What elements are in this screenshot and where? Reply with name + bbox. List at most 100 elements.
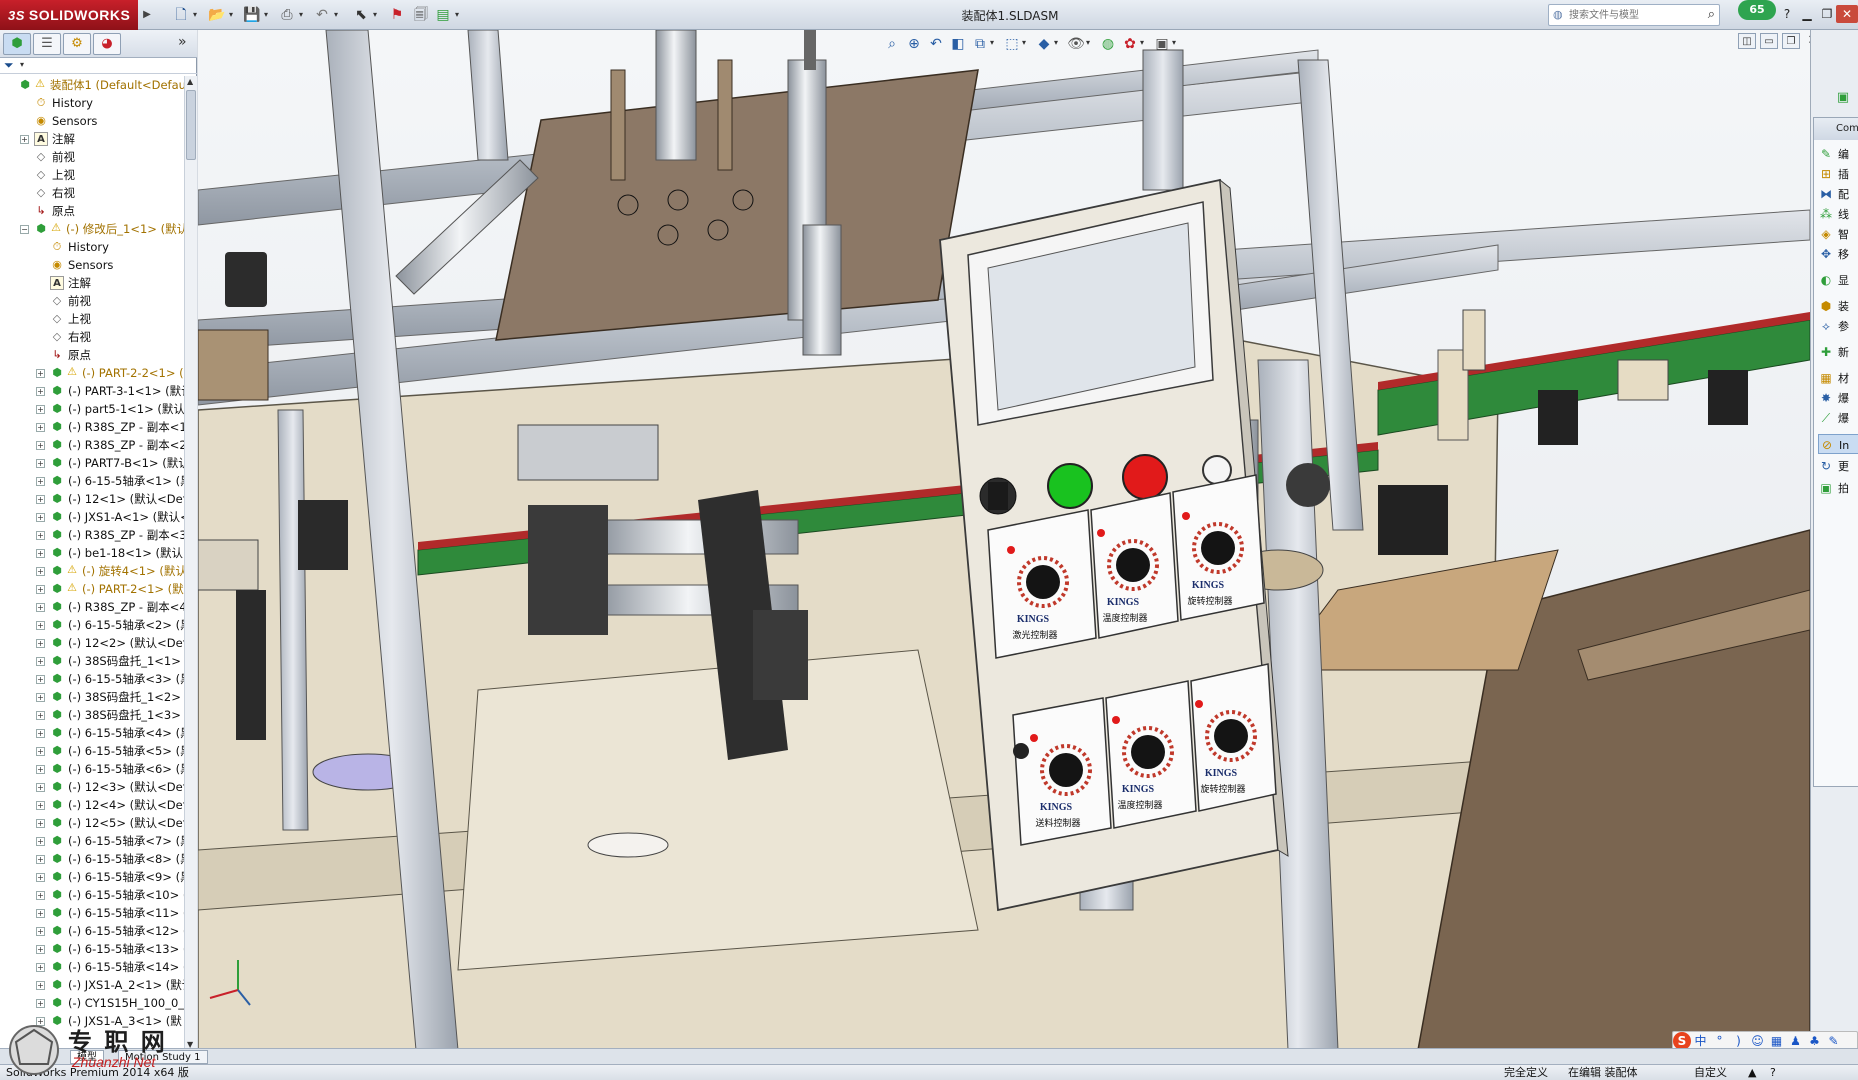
tree-item[interactable]: + ⬢ (-) 6-15-5轴承<6> (黑 — [0, 760, 184, 778]
command-item[interactable]: ⟡ 参 — [1818, 316, 1858, 336]
task-pane-home-icon[interactable]: ▣ — [1831, 88, 1855, 108]
tree-item[interactable]: ⬢ ⚠ 装配体1 (Default<Defaul — [0, 76, 184, 94]
zoom-area-icon[interactable]: ⊕ — [904, 34, 924, 54]
expand-icon[interactable]: + — [36, 459, 45, 468]
expand-icon[interactable]: + — [36, 369, 45, 378]
tree-item[interactable]: + ⬢ (-) PART-3-1<1> (默认 — [0, 382, 184, 400]
expand-icon[interactable]: + — [36, 387, 45, 396]
help-status-icon[interactable]: ? — [1770, 1065, 1776, 1080]
tree-item[interactable]: + ⬢ (-) CY1S15H_100_0_0 — [0, 994, 184, 1012]
expand-icon[interactable]: + — [36, 567, 45, 576]
scroll-up-icon[interactable]: ▲ — [187, 77, 193, 86]
search-input[interactable] — [1569, 7, 1699, 23]
notification-badge[interactable]: 65 — [1738, 0, 1776, 20]
expand-icon[interactable]: + — [36, 495, 45, 504]
expand-icon[interactable]: + — [36, 549, 45, 558]
command-item[interactable]: ✥ 移 — [1818, 244, 1858, 264]
controller-knob[interactable] — [1026, 565, 1060, 599]
rebuild-icon[interactable]: ⚑ — [386, 5, 408, 25]
tree-item[interactable]: + ⬢ (-) R38S_ZP - 副本<3 — [0, 526, 184, 544]
view-settings-icon[interactable]: ▣ — [1152, 34, 1172, 54]
expand-icon[interactable]: + — [36, 531, 45, 540]
expand-icon[interactable]: + — [36, 621, 45, 630]
expand-icon[interactable]: + — [36, 711, 45, 720]
command-item[interactable]: ⁂ 线 — [1818, 204, 1858, 224]
search-scope-icon[interactable]: ◍ — [1553, 8, 1563, 21]
display-style-dropdown-icon[interactable]: ▾ — [1054, 38, 1058, 47]
doc-restore-icon[interactable]: ❐ — [1782, 33, 1800, 49]
tree-item[interactable]: + ⬢ (-) R38S_ZP - 副本<1 — [0, 418, 184, 436]
expand-icon[interactable]: + — [36, 783, 45, 792]
close-icon[interactable]: ✕ — [1836, 5, 1858, 23]
expand-icon[interactable]: + — [36, 963, 45, 972]
expand-icon[interactable]: + — [36, 927, 45, 936]
tree-item[interactable]: + ⬢ (-) 6-15-5轴承<3> (黑 — [0, 670, 184, 688]
command-item[interactable]: ✚ 新 — [1818, 342, 1858, 362]
tree-item[interactable]: ◇ 上视 — [0, 166, 184, 184]
assembly-model[interactable]: KINGS 激光控制器 KINGS 温度控制器 KINGS 旋转控制器 KINGS 送料控制器… — [198, 30, 1810, 1050]
expand-icon[interactable]: + — [36, 603, 45, 612]
previous-view-icon[interactable]: ↶ — [926, 34, 946, 54]
expand-icon[interactable]: + — [36, 837, 45, 846]
select-cursor-icon[interactable]: ⬉ — [350, 5, 372, 25]
expand-icon[interactable]: + — [20, 135, 29, 144]
graphics-area[interactable]: KINGS 激光控制器 KINGS 温度控制器 KINGS 旋转控制器 KINGS 送料控制器… — [198, 30, 1810, 1050]
section-view-icon[interactable]: ◧ — [948, 34, 968, 54]
command-item[interactable]: ⊞ 插 — [1818, 164, 1858, 184]
tree-item[interactable]: ◇ 上视 — [0, 310, 184, 328]
tab-property-manager[interactable]: ☰ — [33, 33, 61, 55]
scroll-thumb[interactable] — [186, 90, 196, 160]
command-item[interactable]: ↻ 更 — [1818, 456, 1858, 476]
zoom-to-fit-icon[interactable]: ⌕ — [882, 34, 902, 54]
tree-item[interactable]: + ⬢ ⚠ (-) PART-2<1> (默 — [0, 580, 184, 598]
open-dropdown-icon[interactable]: ▾ — [229, 8, 237, 22]
tree-item[interactable]: + ⬢ (-) 6-15-5轴承<9> (黑 — [0, 868, 184, 886]
command-item[interactable]: ⬢ 装 — [1818, 296, 1858, 316]
tree-item[interactable]: ◇ 前视 — [0, 148, 184, 166]
tree-item[interactable]: − ⬢ ⚠ (-) 修改后_1<1> (默认 — [0, 220, 184, 238]
expand-icon[interactable]: + — [36, 945, 45, 954]
edit-appearance-icon[interactable]: ◍ — [1098, 34, 1118, 54]
restore-icon[interactable]: ❐ — [1816, 5, 1838, 23]
tree-item[interactable]: + ⬢ (-) 12<3> (默认<Defa — [0, 778, 184, 796]
hide-show-icon[interactable]: 👁 — [1066, 34, 1086, 54]
select-dropdown-icon[interactable]: ▾ — [373, 8, 381, 22]
tree-item[interactable]: + ⬢ (-) part5-1<1> (默认- — [0, 400, 184, 418]
expand-icon[interactable]: + — [36, 891, 45, 900]
tree-item[interactable]: + ⬢ (-) 6-15-5轴承<11> ( — [0, 904, 184, 922]
tree-item[interactable]: ↳ 原点 — [0, 202, 184, 220]
collapse-icon[interactable]: − — [20, 225, 29, 234]
command-item[interactable]: ▦ 材 — [1818, 368, 1858, 388]
expand-icon[interactable]: + — [36, 819, 45, 828]
expand-icon[interactable]: + — [36, 675, 45, 684]
controller-knob[interactable] — [1049, 753, 1083, 787]
search-box[interactable]: ◍ ⌕ — [1548, 4, 1720, 26]
expand-icon[interactable]: + — [36, 693, 45, 702]
command-item[interactable]: ✸ 爆 — [1818, 388, 1858, 408]
tree-item[interactable]: + ⬢ (-) JXS1-A_2<1> (默认 — [0, 976, 184, 994]
tab-display-manager[interactable]: ◕ — [93, 33, 121, 55]
expand-icon[interactable]: + — [36, 477, 45, 486]
controller-knob[interactable] — [1201, 531, 1235, 565]
tree-item[interactable]: + ⬢ (-) JXS1-A_3<1> (默 — [0, 1012, 184, 1030]
command-item[interactable]: ⧓ 配 — [1818, 184, 1858, 204]
file-properties-icon[interactable]: 🗐 — [410, 5, 432, 25]
tree-item[interactable]: ⏱ History — [0, 238, 184, 256]
tree-item[interactable]: + ⬢ (-) 12<4> (默认<Defa — [0, 796, 184, 814]
command-item[interactable]: ◈ 智 — [1818, 224, 1858, 244]
expand-icon[interactable]: + — [36, 1017, 45, 1026]
apply-scene-icon[interactable]: ✿ — [1120, 34, 1140, 54]
tab-motion-study[interactable]: Motion Study 1 — [118, 1050, 208, 1064]
tree-item[interactable]: + ⬢ (-) 6-15-5轴承<2> (黑 — [0, 616, 184, 634]
tree-item[interactable]: ⏱ History — [0, 94, 184, 112]
tree-item[interactable]: + ⬢ (-) 38S码盘托_1<1> ( — [0, 652, 184, 670]
command-item[interactable]: ⊘ In — [1818, 434, 1858, 454]
expand-icon[interactable]: + — [36, 999, 45, 1008]
save-icon[interactable]: 💾 — [241, 5, 263, 25]
expand-panel-icon[interactable]: » — [178, 34, 187, 50]
expand-icon[interactable]: + — [36, 405, 45, 414]
tree-item[interactable]: + ⬢ (-) 6-15-5轴承<12> ( — [0, 922, 184, 940]
tree-item[interactable]: + ⬢ (-) be1-18<1> (默认< — [0, 544, 184, 562]
command-item[interactable]: ▣ 拍 — [1818, 478, 1858, 498]
display-style-icon[interactable]: ◆ — [1034, 34, 1054, 54]
